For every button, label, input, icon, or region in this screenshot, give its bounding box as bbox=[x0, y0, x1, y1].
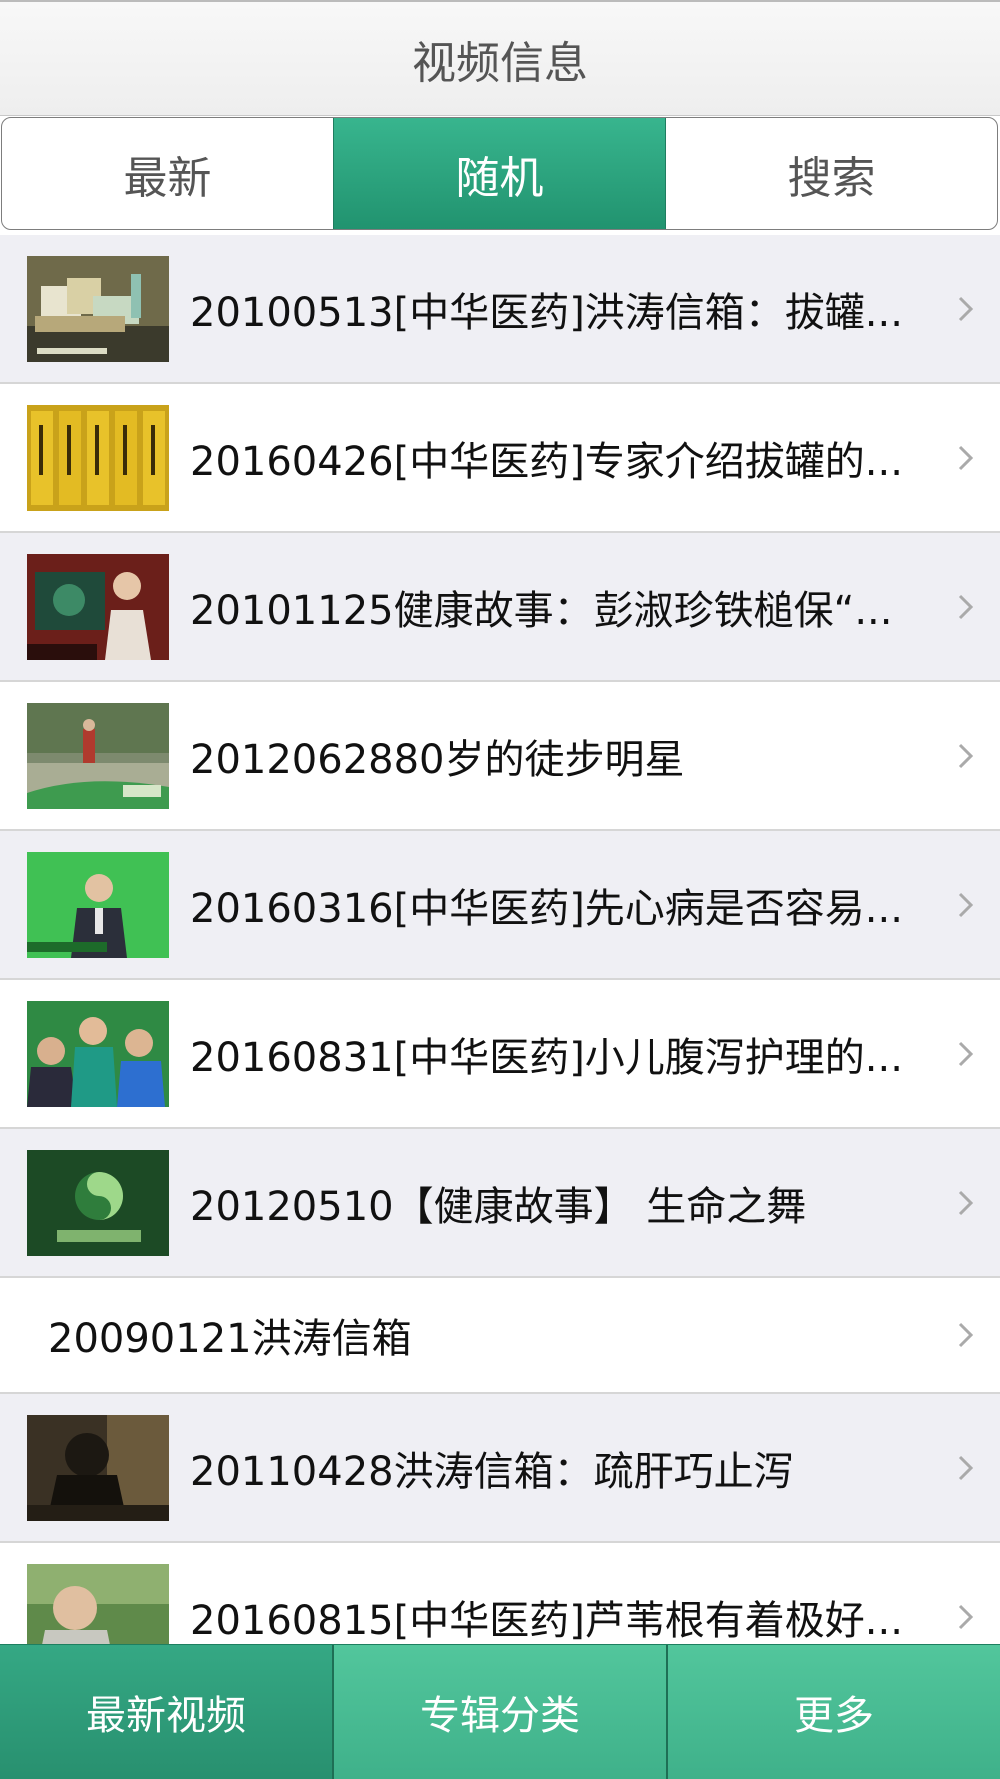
video-title: 20160316[中华医药]先心病是否容易... bbox=[190, 885, 903, 932]
video-title: 20101125健康故事：彭淑珍铁槌保“... bbox=[190, 587, 893, 634]
chevron-right-icon bbox=[958, 296, 974, 321]
video-thumbnail bbox=[27, 852, 169, 958]
video-row[interactable]: 20160316[中华医药]先心病是否容易... bbox=[0, 831, 1000, 980]
video-title: 2012062880岁的徒步明星 bbox=[190, 736, 685, 783]
video-thumbnail bbox=[27, 256, 169, 362]
video-row[interactable]: 20160815[中华医药]芦苇根有着极好... bbox=[0, 1543, 1000, 1644]
segment-random[interactable]: 随机 bbox=[333, 118, 666, 229]
chevron-right-icon bbox=[958, 445, 974, 470]
chevron-right-icon bbox=[958, 1190, 974, 1215]
video-row[interactable]: 20100513[中华医药]洪涛信箱：拔罐... bbox=[0, 235, 1000, 384]
video-thumbnail bbox=[27, 1150, 169, 1256]
video-thumbnail bbox=[27, 1415, 169, 1521]
nav-bar: 视频信息 bbox=[0, 0, 1000, 116]
segment-search[interactable]: 搜索 bbox=[666, 118, 997, 229]
video-title: 20110428洪涛信箱：疏肝巧止泻 bbox=[190, 1448, 794, 1495]
video-row[interactable]: 20160831[中华医药]小儿腹泻护理的... bbox=[0, 980, 1000, 1129]
video-thumbnail bbox=[27, 405, 169, 511]
video-thumbnail bbox=[27, 1001, 169, 1107]
segment-latest[interactable]: 最新 bbox=[2, 118, 333, 229]
chevron-right-icon bbox=[958, 1604, 974, 1629]
video-row[interactable]: 20160426[中华医药]专家介绍拔罐的... bbox=[0, 384, 1000, 533]
chevron-right-icon bbox=[958, 892, 974, 917]
video-thumbnail bbox=[27, 554, 169, 660]
video-row[interactable]: 20101125健康故事：彭淑珍铁槌保“... bbox=[0, 533, 1000, 682]
chevron-right-icon bbox=[958, 1322, 974, 1348]
chevron-right-icon bbox=[958, 594, 974, 619]
video-title: 20100513[中华医药]洪涛信箱：拔罐... bbox=[190, 289, 903, 336]
video-title: 20090121洪涛信箱 bbox=[48, 1316, 412, 1362]
segmented-control: 最新 随机 搜索 bbox=[1, 117, 998, 230]
video-row[interactable]: 20110428洪涛信箱：疏肝巧止泻 bbox=[0, 1394, 1000, 1543]
video-list: 20100513[中华医药]洪涛信箱：拔罐... 20160426[中华医药]专… bbox=[0, 235, 1000, 1644]
video-title: 20160831[中华医药]小儿腹泻护理的... bbox=[190, 1034, 903, 1081]
tab-more[interactable]: 更多 bbox=[668, 1645, 1000, 1779]
chevron-right-icon bbox=[958, 1041, 974, 1066]
video-row[interactable]: 20120510【健康故事】 生命之舞 bbox=[0, 1129, 1000, 1278]
video-title: 20160426[中华医药]专家介绍拔罐的... bbox=[190, 438, 903, 485]
video-title: 20160815[中华医药]芦苇根有着极好... bbox=[190, 1597, 903, 1644]
video-title: 20120510【健康故事】 生命之舞 bbox=[190, 1183, 807, 1230]
chevron-right-icon bbox=[958, 743, 974, 768]
tab-album-categories[interactable]: 专辑分类 bbox=[334, 1645, 668, 1779]
page-title: 视频信息 bbox=[412, 37, 588, 89]
video-row[interactable]: 20090121洪涛信箱 bbox=[0, 1278, 1000, 1394]
video-thumbnail bbox=[27, 1564, 169, 1644]
tab-latest-videos[interactable]: 最新视频 bbox=[0, 1645, 334, 1779]
bottom-tab-bar: 最新视频 专辑分类 更多 bbox=[0, 1644, 1000, 1779]
video-thumbnail bbox=[27, 703, 169, 809]
chevron-right-icon bbox=[958, 1455, 974, 1480]
video-row[interactable]: 2012062880岁的徒步明星 bbox=[0, 682, 1000, 831]
